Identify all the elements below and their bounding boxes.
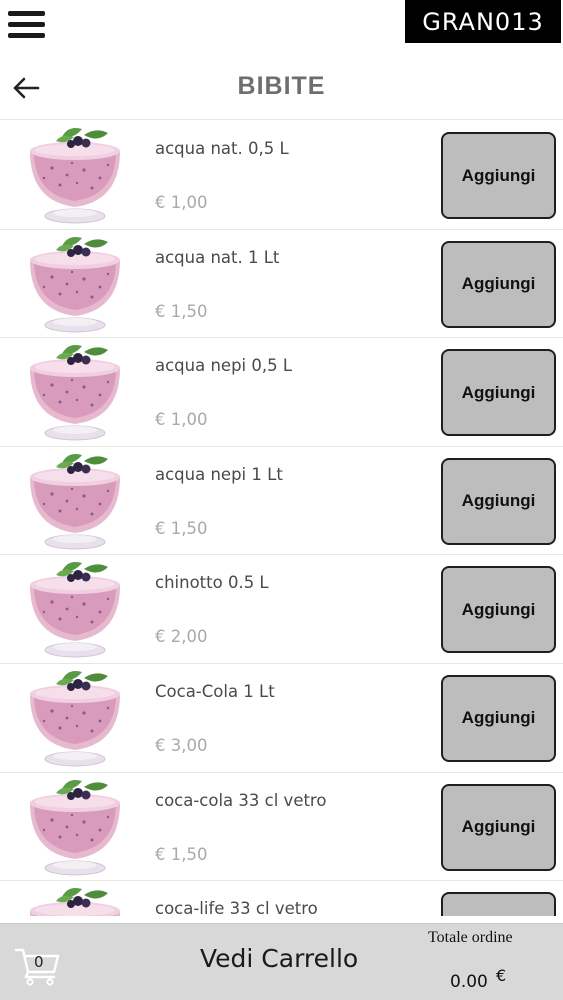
top-bar: GRAN013 (0, 0, 563, 50)
product-name: Coca-Cola 1 Lt (155, 681, 275, 701)
add-button[interactable]: Aggiungi (441, 674, 556, 762)
product-row: Coca-Cola 1 Lt € 3,00 Aggiungi (0, 663, 563, 773)
product-image (22, 449, 128, 551)
product-image (22, 340, 128, 442)
page-title: BIBITE (237, 72, 326, 100)
product-price: € 3,00 (155, 735, 208, 755)
product-name: acqua nat. 0,5 L (155, 139, 289, 158)
product-name: coca-life 33 cl vetro (155, 899, 318, 916)
hamburger-menu-icon[interactable] (8, 10, 46, 40)
product-name: acqua nat. 1 Lt (155, 247, 280, 267)
product-image (22, 232, 128, 334)
product-row: acqua nat. 0,5 L € 1,00 Aggiungi (0, 121, 563, 230)
product-price: € 1,50 (155, 301, 208, 321)
product-row: acqua nepi 1 Lt € 1,50 Aggiungi (0, 446, 563, 556)
product-row: coca-cola 33 cl vetro € 1,50 Aggiungi (0, 772, 563, 882)
product-name: chinotto 0.5 L (155, 573, 269, 593)
product-list[interactable]: acqua nat. 0,5 L € 1,00 Aggiungi acqua n… (0, 121, 563, 916)
product-price: € 1,50 (155, 844, 208, 864)
product-image (22, 557, 128, 659)
product-image (22, 775, 128, 877)
page-header: BIBITE (0, 58, 563, 120)
order-total-currency: € (496, 966, 507, 985)
brand-logo-text: GRAN013 (422, 7, 544, 36)
product-row: acqua nepi 0,5 L € 1,00 Aggiungi (0, 338, 563, 447)
brand-logo: GRAN013 (405, 0, 561, 43)
cart-count-badge: 0 (34, 953, 44, 971)
order-total-label: Totale ordine (428, 929, 513, 946)
product-price: € 1,00 (155, 410, 208, 430)
add-button[interactable]: Aggiungi (441, 349, 556, 437)
product-row: acqua nat. 1 Lt € 1,50 Aggiungi (0, 229, 563, 339)
add-button[interactable]: Aggiungi (441, 132, 556, 219)
product-image (22, 666, 128, 768)
product-name: acqua nepi 0,5 L (155, 356, 293, 376)
product-price: € 1,50 (155, 518, 208, 538)
add-button[interactable]: Aggiungi (441, 783, 556, 871)
product-name: acqua nepi 1 Lt (155, 464, 283, 484)
product-name: coca-cola 33 cl vetro (155, 790, 327, 810)
add-button[interactable]: Aggiungi (441, 457, 556, 545)
product-image (22, 123, 128, 225)
add-button[interactable]: Aggiungi (441, 566, 556, 654)
product-price: € 1,00 (155, 193, 208, 212)
product-row: chinotto 0.5 L € 2,00 Aggiungi (0, 555, 563, 664)
product-price: € 2,00 (155, 627, 208, 647)
view-cart-button[interactable]: Vedi Carrello (200, 944, 358, 973)
product-image (22, 883, 128, 916)
order-total-value: 0.00 (450, 972, 488, 992)
product-row: coca-life 33 cl vetro (0, 881, 563, 916)
add-button[interactable] (441, 892, 556, 916)
add-button[interactable]: Aggiungi (441, 240, 556, 328)
cart-footer: 0 Vedi Carrello Totale ordine 0.00 € (0, 923, 563, 1000)
